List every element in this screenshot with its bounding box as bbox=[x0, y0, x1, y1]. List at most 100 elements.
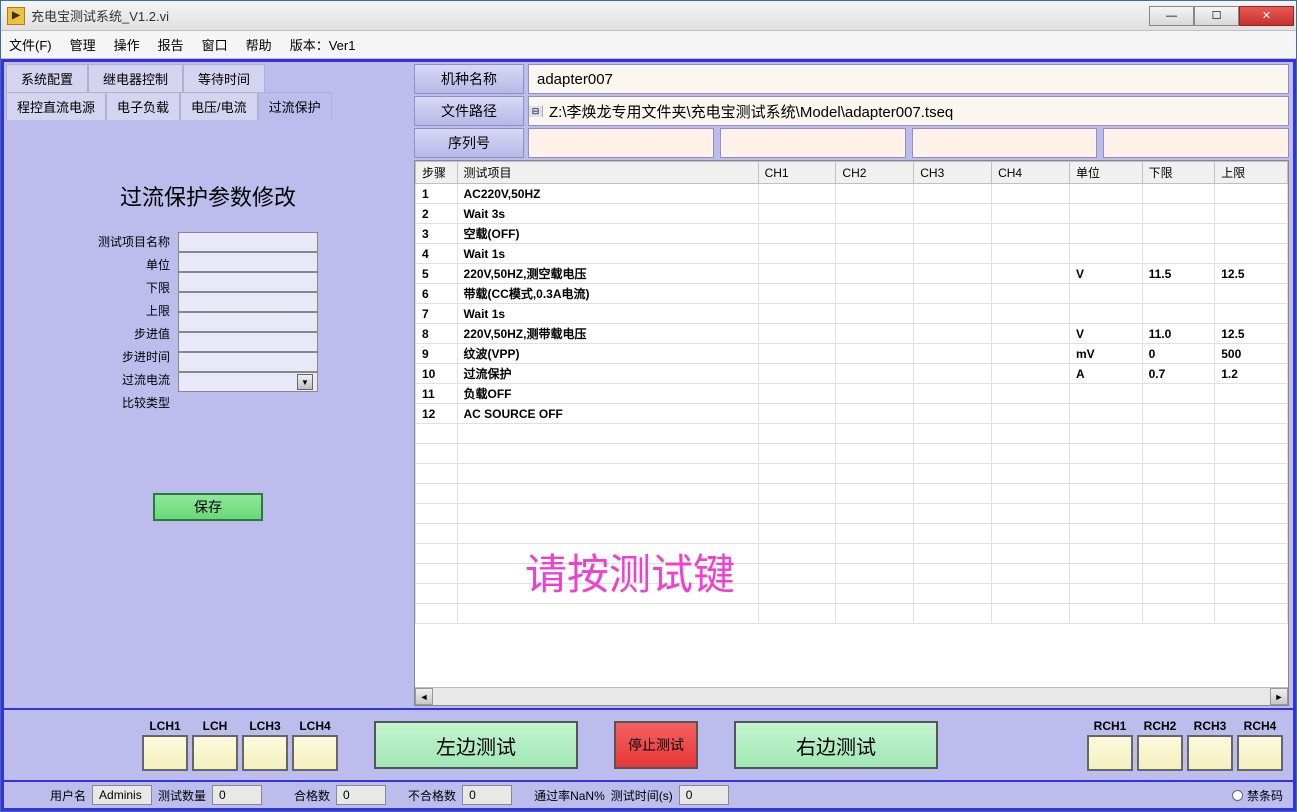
scroll-left-icon[interactable]: ◄ bbox=[415, 688, 433, 705]
grid-header[interactable]: CH3 bbox=[914, 162, 992, 184]
param-input-hi[interactable] bbox=[178, 292, 318, 312]
menu-help[interactable]: 帮助 bbox=[246, 35, 272, 54]
table-row[interactable] bbox=[416, 424, 1288, 444]
status-pass-label: 合格数 bbox=[294, 787, 330, 804]
table-row[interactable] bbox=[416, 524, 1288, 544]
maximize-button[interactable]: ☐ bbox=[1194, 6, 1239, 26]
path-field[interactable]: ⊟ Z:\李焕龙专用文件夹\充电宝测试系统\Model\adapter007.t… bbox=[528, 96, 1289, 126]
menu-operate[interactable]: 操作 bbox=[114, 35, 140, 54]
param-input-steptime[interactable] bbox=[178, 332, 318, 352]
indicator-label: RCH1 bbox=[1094, 719, 1127, 733]
tab-voltage-current[interactable]: 电压/电流 bbox=[180, 92, 258, 120]
table-row[interactable]: 1AC220V,50HZ bbox=[416, 184, 1288, 204]
table-row[interactable] bbox=[416, 504, 1288, 524]
status-fail-label: 不合格数 bbox=[408, 787, 456, 804]
path-browse-icon[interactable]: ⊟ bbox=[529, 106, 543, 117]
param-input-name[interactable] bbox=[178, 232, 318, 252]
serial-input-3[interactable] bbox=[912, 128, 1098, 158]
status-rate-label: 通过率NaN% bbox=[534, 787, 605, 804]
path-label: 文件路径 bbox=[414, 96, 524, 126]
table-row[interactable] bbox=[416, 484, 1288, 504]
tab-eload[interactable]: 电子负载 bbox=[106, 92, 180, 120]
table-row[interactable] bbox=[416, 544, 1288, 564]
menu-file[interactable]: 文件(F) bbox=[9, 35, 52, 54]
app-icon: ▶ bbox=[7, 7, 25, 25]
serial-input-2[interactable] bbox=[720, 128, 906, 158]
menu-manage[interactable]: 管理 bbox=[70, 35, 96, 54]
indicator-box bbox=[292, 735, 338, 771]
grid-header[interactable]: CH4 bbox=[992, 162, 1070, 184]
param-input-unit[interactable] bbox=[178, 252, 318, 272]
left-panel: 系统配置 继电器控制 等待时间 程控直流电源 电子负载 电压/电流 过流保护 过… bbox=[4, 62, 412, 708]
status-pass-value: 0 bbox=[336, 785, 386, 805]
table-row[interactable]: 5220V,50HZ,测空载电压V11.512.5 bbox=[416, 264, 1288, 284]
close-button[interactable]: ✕ bbox=[1239, 6, 1294, 26]
test-grid: 步骤测试项目CH1CH2CH3CH4单位下限上限 1AC220V,50HZ2Wa… bbox=[414, 160, 1289, 706]
indicator-box bbox=[1237, 735, 1283, 771]
channel-indicator: LCH1 bbox=[142, 719, 188, 771]
grid-header[interactable]: 单位 bbox=[1069, 162, 1142, 184]
status-count-label: 测试数量 bbox=[158, 787, 206, 804]
channel-indicator: RCH3 bbox=[1187, 719, 1233, 771]
indicator-label: LCH3 bbox=[249, 719, 280, 733]
table-row[interactable]: 8220V,50HZ,测带载电压V11.012.5 bbox=[416, 324, 1288, 344]
menu-report[interactable]: 报告 bbox=[158, 35, 184, 54]
menu-version[interactable]: 版本：Ver1 bbox=[290, 35, 356, 54]
param-input-oc[interactable] bbox=[178, 352, 318, 372]
barcode-toggle[interactable]: 禁条码 bbox=[1232, 787, 1283, 804]
param-panel-title: 过流保护参数修改 bbox=[120, 180, 296, 212]
param-label-hi: 上限 bbox=[146, 301, 170, 321]
table-row[interactable] bbox=[416, 464, 1288, 484]
table-row[interactable]: 12AC SOURCE OFF bbox=[416, 404, 1288, 424]
model-value[interactable]: adapter007 bbox=[528, 64, 1289, 94]
status-count-value: 0 bbox=[212, 785, 262, 805]
right-test-button[interactable]: 右边测试 bbox=[734, 721, 938, 769]
grid-header[interactable]: 下限 bbox=[1142, 162, 1215, 184]
table-row[interactable]: 2Wait 3s bbox=[416, 204, 1288, 224]
table-row[interactable] bbox=[416, 584, 1288, 604]
lower-controls: LCH1LCHLCH3LCH4 左边测试 停止测试 右边测试 RCH1RCH2R… bbox=[4, 708, 1293, 780]
save-button[interactable]: 保存 bbox=[153, 493, 263, 521]
tab-system-config[interactable]: 系统配置 bbox=[6, 64, 88, 92]
param-label-step: 步进值 bbox=[134, 324, 170, 344]
menu-window[interactable]: 窗口 bbox=[202, 35, 228, 54]
window-title: 充电宝测试系统_V1.2.vi bbox=[31, 6, 1149, 25]
titlebar: ▶ 充电宝测试系统_V1.2.vi — ☐ ✕ bbox=[1, 1, 1296, 31]
table-row[interactable] bbox=[416, 604, 1288, 624]
table-row[interactable]: 10过流保护A0.71.2 bbox=[416, 364, 1288, 384]
indicator-label: RCH4 bbox=[1244, 719, 1277, 733]
tab-relay-control[interactable]: 继电器控制 bbox=[88, 64, 183, 92]
table-row[interactable]: 9纹波(VPP)mV0500 bbox=[416, 344, 1288, 364]
table-row[interactable]: 6带载(CC模式,0.3A电流) bbox=[416, 284, 1288, 304]
grid-header[interactable]: 步骤 bbox=[416, 162, 458, 184]
param-input-lo[interactable] bbox=[178, 272, 318, 292]
param-input-step[interactable] bbox=[178, 312, 318, 332]
tab-dc-power[interactable]: 程控直流电源 bbox=[6, 92, 106, 120]
indicator-box bbox=[142, 735, 188, 771]
channel-indicator: RCH1 bbox=[1087, 719, 1133, 771]
scroll-right-icon[interactable]: ► bbox=[1270, 688, 1288, 705]
left-test-button[interactable]: 左边测试 bbox=[374, 721, 578, 769]
menubar: 文件(F) 管理 操作 报告 窗口 帮助 版本：Ver1 bbox=[1, 31, 1296, 59]
grid-header[interactable]: 上限 bbox=[1215, 162, 1288, 184]
table-row[interactable]: 3空载(OFF) bbox=[416, 224, 1288, 244]
table-row[interactable]: 7Wait 1s bbox=[416, 304, 1288, 324]
minimize-button[interactable]: — bbox=[1149, 6, 1194, 26]
param-label-steptime: 步进时间 bbox=[122, 347, 170, 367]
table-row[interactable]: 4Wait 1s bbox=[416, 244, 1288, 264]
horizontal-scrollbar[interactable]: ◄ ► bbox=[415, 687, 1288, 705]
serial-input-1[interactable] bbox=[528, 128, 714, 158]
param-dropdown-compare[interactable]: ▼ bbox=[178, 372, 318, 392]
table-row[interactable] bbox=[416, 444, 1288, 464]
grid-header[interactable]: 测试项目 bbox=[457, 162, 758, 184]
grid-header[interactable]: CH2 bbox=[836, 162, 914, 184]
table-row[interactable]: 11负载OFF bbox=[416, 384, 1288, 404]
table-row[interactable] bbox=[416, 564, 1288, 584]
tab-wait-time[interactable]: 等待时间 bbox=[183, 64, 265, 92]
param-label-lo: 下限 bbox=[146, 278, 170, 298]
stop-test-button[interactable]: 停止测试 bbox=[614, 721, 698, 769]
indicator-box bbox=[192, 735, 238, 771]
serial-input-4[interactable] bbox=[1103, 128, 1289, 158]
grid-header[interactable]: CH1 bbox=[758, 162, 836, 184]
tab-overcurrent[interactable]: 过流保护 bbox=[258, 92, 332, 120]
